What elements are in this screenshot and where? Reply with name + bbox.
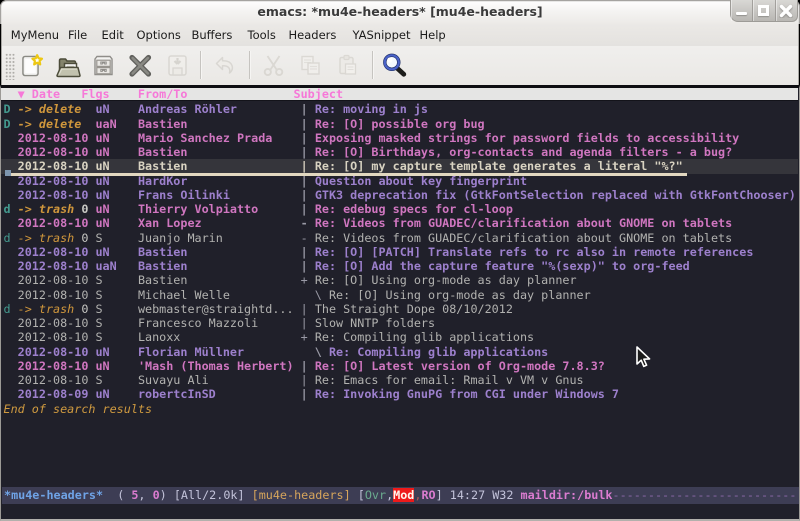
- message-row[interactable]: d -> trash 0 S webmaster@straightd... | …: [1, 302, 798, 316]
- message-row[interactable]: D -> delete uaN Bastien | Re: [O] possib…: [1, 117, 798, 131]
- modeline-segment: *mu4e-headers*: [4, 488, 103, 502]
- message-list: D -> delete uN Andreas Röhler | Re: movi…: [1, 102, 798, 416]
- message-row[interactable]: d -> trash 0 uN Thierry Volpiatto | Re: …: [1, 202, 798, 216]
- message-row[interactable]: 2012-08-10 S Francesco Mazzoli | Slow NN…: [1, 316, 798, 330]
- message-row[interactable]: D -> delete uN Andreas Röhler | Re: movi…: [1, 102, 798, 116]
- message-row[interactable]: 2012-08-10 uN Mario Sanchez Prada | Expo…: [1, 131, 798, 145]
- modeline-segment: Mod: [393, 488, 414, 502]
- title-bar[interactable]: emacs: *mu4e-headers* [mu4e-headers]: [0, 0, 800, 24]
- modeline-segment: [: [351, 488, 365, 502]
- message-row[interactable]: 2012-08-10 uN Bastien | Re: [O] [PATCH] …: [1, 245, 798, 259]
- search-icon[interactable]: [381, 52, 408, 79]
- copy-icon[interactable]: [297, 52, 324, 79]
- menu-buffers[interactable]: Buffers: [192, 28, 233, 42]
- menu-file[interactable]: File: [68, 28, 87, 42]
- modeline-segment: 0: [153, 488, 160, 502]
- dired-icon[interactable]: [90, 52, 117, 79]
- modeline-segment: maildir:/bulk: [521, 488, 613, 502]
- message-row[interactable]: 2012-08-10 uN 'Mash (Thomas Herbert) | R…: [1, 359, 798, 373]
- modeline-segment: [mu4e-headers]: [252, 488, 351, 502]
- message-row[interactable]: d -> trash 0 S Juanjo Marin - Re: Videos…: [1, 231, 798, 245]
- menu-options[interactable]: Options: [137, 28, 181, 42]
- current-line-underline: [11, 173, 687, 175]
- toolbar-separator: [372, 51, 373, 79]
- maximize-icon: [758, 5, 769, 16]
- new-file-icon[interactable]: [17, 52, 44, 79]
- undo-icon[interactable]: [211, 52, 238, 79]
- toolbar-separator: [249, 51, 250, 79]
- close-button[interactable]: [776, 0, 797, 21]
- message-row[interactable]: 2012-08-10 uN Florian Müllner \ Re: Comp…: [1, 345, 798, 359]
- menu-tools[interactable]: Tools: [248, 28, 276, 42]
- window-title: emacs: *mu4e-headers* [mu4e-headers]: [0, 4, 800, 19]
- message-row[interactable]: 2012-08-10 S Michael Welle \ Re: [O] Usi…: [1, 288, 798, 302]
- message-row[interactable]: 2012-08-10 uN Frans Oilinki | GTK3 depre…: [1, 188, 798, 202]
- modeline-segment: ]: [436, 488, 450, 502]
- minimize-button[interactable]: [731, 0, 753, 21]
- close-icon: [779, 4, 793, 18]
- menu-help[interactable]: Help: [420, 28, 446, 42]
- buffer-area: ▼ Date Flgs From/To Subject D -> delete …: [0, 85, 800, 521]
- mouse-cursor: [636, 346, 652, 368]
- modeline-segment: [245, 488, 252, 502]
- menu-headers[interactable]: Headers: [289, 28, 337, 42]
- end-of-search-results: End of search results: [1, 402, 798, 416]
- emacs-window: emacs: *mu4e-headers* [mu4e-headers] MyM…: [0, 0, 800, 521]
- modeline-segment: 14:27 W32: [450, 488, 521, 502]
- menu-bar: MyMenu File Edit Options Buffers Tools Headers…: [1, 24, 799, 46]
- message-row[interactable]: 2012-08-09 uN robertcInSD | Re: Invoking…: [1, 387, 798, 401]
- minimize-icon: [736, 12, 747, 15]
- message-row[interactable]: 2012-08-10 uN Xan Lopez - Re: Videos fro…: [1, 216, 798, 230]
- toolbar-grip[interactable]: [5, 53, 15, 80]
- message-row[interactable]: 2012-08-10 uN Bastien | Re: [O] my captu…: [1, 159, 798, 173]
- maximize-button[interactable]: [753, 0, 775, 21]
- paste-icon[interactable]: [334, 52, 361, 79]
- mode-line[interactable]: *mu4e-headers* ( 5, 0) [All/2.0k] [mu4e-…: [2, 487, 799, 504]
- modeline-segment: ): [160, 488, 174, 502]
- window-controls: [730, 0, 798, 22]
- message-row[interactable]: 2012-08-10 S Suvayu Ali | Re: Emacs for …: [1, 373, 798, 387]
- menu-edit[interactable]: Edit: [102, 28, 124, 42]
- menu-yasnippet[interactable]: YASnippet: [353, 28, 411, 42]
- modeline-segment: (: [103, 488, 131, 502]
- save-buffer-icon[interactable]: [164, 52, 191, 79]
- modeline-segment: ,: [138, 488, 152, 502]
- open-file-icon[interactable]: [55, 52, 82, 79]
- message-row[interactable]: 2012-08-10 S Bastien + Re: [O] Using org…: [1, 273, 798, 287]
- menu-mymenu[interactable]: MyMenu: [11, 28, 59, 42]
- tool-bar: [1, 46, 799, 85]
- message-row[interactable]: 2012-08-10 uN HardKor | Question about k…: [1, 174, 798, 188]
- message-row[interactable]: 2012-08-10 uN Bastien | Re: [O] Birthday…: [1, 145, 798, 159]
- toolbar-separator: [200, 51, 201, 79]
- mu4e-header-line: ▼ Date Flgs From/To Subject: [1, 88, 798, 101]
- modeline-segment: RO: [421, 488, 435, 502]
- kill-buffer-icon[interactable]: [127, 52, 154, 79]
- cut-icon[interactable]: [260, 52, 287, 79]
- message-row[interactable]: 2012-08-10 uaN Bastien | Re: [O] Add the…: [1, 259, 798, 273]
- message-row[interactable]: 2012-08-10 S Lanoxx + Re: Compiling glib…: [1, 330, 798, 344]
- modeline-segment: [All/2.0k]: [174, 488, 245, 502]
- modeline-segment: --------------------------: [613, 488, 797, 502]
- modeline-segment: Ovr: [365, 488, 386, 502]
